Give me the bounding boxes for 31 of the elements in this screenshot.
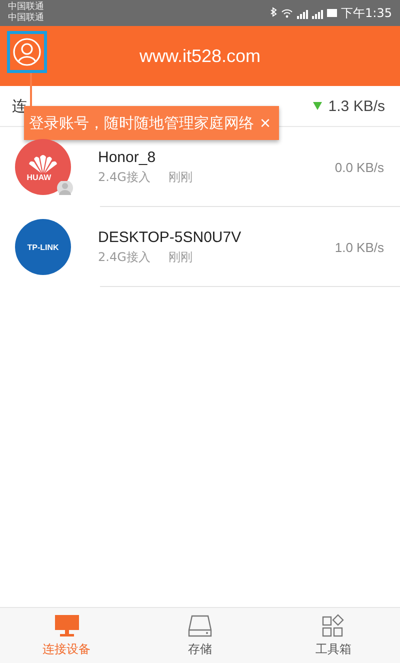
- signal-icon: [297, 8, 308, 18]
- nav-tab[interactable]: 工具箱: [266, 608, 400, 663]
- download-speed: 1.3 KB/s: [328, 98, 385, 114]
- carrier-name: 中国联通: [8, 2, 44, 12]
- clock-time: 下午1:35: [341, 4, 392, 22]
- header-title: www.it528.com: [139, 46, 261, 66]
- battery-icon: [327, 9, 338, 17]
- user-icon[interactable]: [12, 37, 42, 67]
- person-icon: [57, 181, 73, 195]
- carrier-name: 中国联通: [8, 13, 44, 24]
- wifi-icon: [281, 8, 294, 18]
- drive-icon: [186, 614, 213, 638]
- logo-text: TP-LINK: [27, 242, 59, 252]
- band-label: 2.4G接入: [98, 248, 150, 266]
- apps-icon: [321, 614, 346, 638]
- monitor-icon: [54, 614, 80, 638]
- device-speed: 0.0 KB/s: [334, 160, 385, 174]
- nav-tab[interactable]: 存储: [133, 608, 267, 663]
- logo-text: HUAW: [26, 172, 52, 182]
- device-name: Honor_8: [98, 148, 157, 166]
- connect-time: 刚刚: [168, 168, 192, 186]
- signal-icon: [312, 8, 324, 18]
- connect-time: 刚刚: [168, 248, 192, 266]
- device-speed: 1.0 KB/s: [334, 240, 385, 254]
- device-name: DESKTOP-5SN0U7V: [98, 228, 242, 246]
- download-arrow-icon: [313, 102, 322, 110]
- bluetooth-icon: [270, 7, 278, 19]
- tooltip-text: 登录账号，随时随地管理家庭网络: [29, 114, 254, 132]
- device-row[interactable]: TP-LINK DESKTOP-5SN0U7V 2.4G接入 刚刚 1.0 KB/s: [0, 207, 400, 287]
- band-label: 2.4G接入: [98, 168, 150, 186]
- flower-logo-icon: [26, 152, 60, 172]
